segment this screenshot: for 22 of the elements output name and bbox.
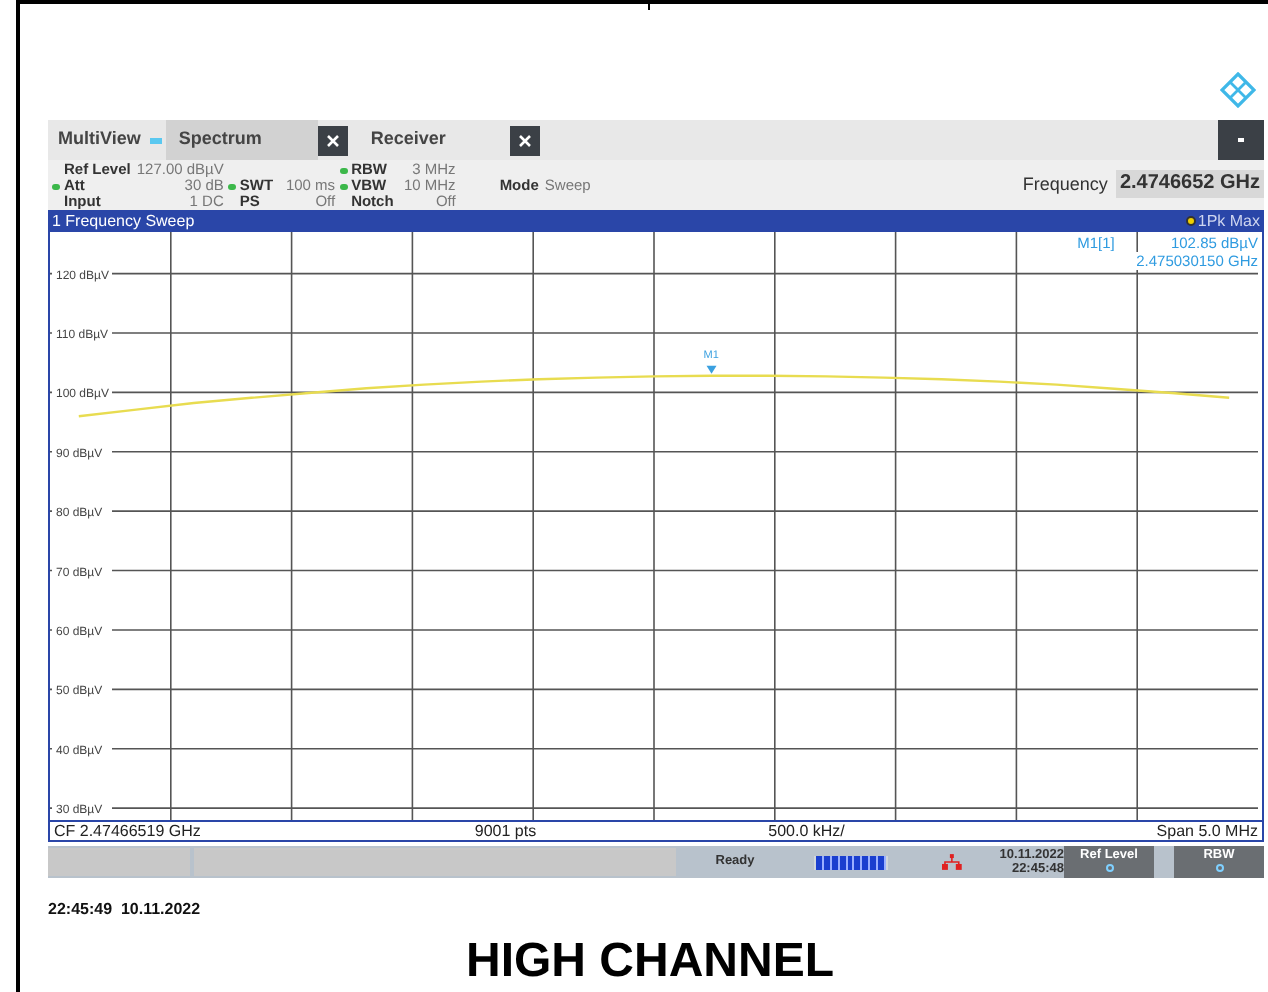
close-icon: [326, 133, 341, 147]
frequency-label: Frequency: [1022, 175, 1108, 191]
status-field: [48, 848, 191, 876]
logo-icon: [1220, 72, 1256, 108]
timestamp: 22:45:49 10.11.2022: [48, 898, 201, 922]
tab[interactable]: Spectrum: [166, 120, 319, 160]
window-title: 1 Frequency Sweep: [52, 211, 195, 231]
close-icon: [518, 133, 533, 147]
marker-icon: [706, 365, 717, 374]
close-button[interactable]: [510, 125, 541, 155]
span-label: Span 5.0 MHz: [1154, 822, 1258, 840]
tab[interactable]: Receiver: [358, 120, 511, 160]
center-frequency: CF 2.47466519 GHz: [54, 822, 203, 840]
frequency-per-division: 500.0 kHz/: [766, 822, 847, 840]
tab[interactable]: MultiView: [48, 120, 151, 160]
close-button[interactable]: [318, 125, 349, 155]
caption: HIGH CHANNEL: [466, 934, 836, 990]
tab-indicator-icon: [150, 137, 163, 143]
sweep-points: 9001 pts: [472, 822, 539, 840]
trace-label: 1Pk Max: [1197, 211, 1260, 231]
frequency-field[interactable]: 2.4746652 GHz: [1115, 169, 1264, 197]
network-icon: [941, 854, 962, 870]
